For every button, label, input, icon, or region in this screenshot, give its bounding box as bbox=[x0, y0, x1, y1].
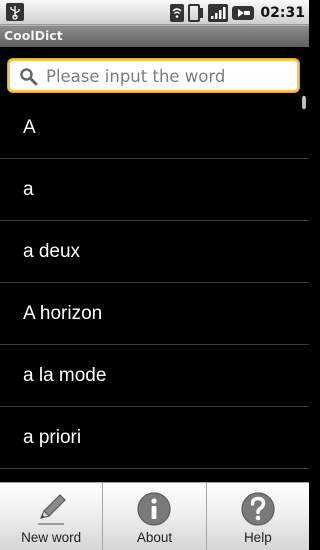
scrollbar-thumb[interactable] bbox=[302, 96, 306, 109]
list-item[interactable]: a bbox=[0, 159, 309, 221]
options-menu: New word About Help bbox=[0, 482, 309, 550]
help-button[interactable]: Help bbox=[206, 483, 309, 550]
info-icon bbox=[137, 492, 172, 526]
app-title: CoolDict bbox=[4, 28, 63, 43]
status-bar: 02:31 bbox=[0, 0, 309, 25]
list-item-label: A bbox=[23, 117, 36, 138]
battery-icon bbox=[232, 5, 255, 20]
usb-icon bbox=[6, 3, 24, 21]
list-item-label: a bbox=[23, 179, 34, 200]
list-item[interactable]: A bbox=[0, 97, 309, 159]
clock: 02:31 bbox=[260, 4, 305, 21]
notification-icon bbox=[188, 3, 204, 22]
about-button[interactable]: About bbox=[103, 483, 207, 550]
list-item-label: a priori bbox=[23, 427, 82, 448]
title-bar: CoolDict bbox=[0, 25, 309, 47]
word-list[interactable]: A a a deux A horizon a la mode a priori bbox=[0, 97, 309, 482]
new-word-button[interactable]: New word bbox=[0, 483, 104, 550]
pencil-icon bbox=[38, 494, 67, 525]
list-item-label: A horizon bbox=[23, 303, 103, 324]
list-item[interactable]: a priori bbox=[0, 407, 309, 469]
search-input[interactable] bbox=[46, 64, 291, 88]
list-item[interactable]: A horizon bbox=[0, 283, 309, 345]
help-label: Help bbox=[243, 530, 272, 545]
list-item-label: a deux bbox=[23, 241, 81, 262]
search-area bbox=[0, 47, 309, 97]
list-item[interactable]: a la mode bbox=[0, 345, 309, 407]
signal-icon bbox=[208, 3, 229, 22]
list-item-label: a la mode bbox=[23, 365, 107, 386]
help-icon bbox=[241, 492, 275, 526]
about-label: About bbox=[136, 530, 173, 545]
wifi-icon bbox=[170, 3, 185, 22]
search-box[interactable] bbox=[8, 59, 299, 92]
new-word-label: New word bbox=[21, 530, 82, 545]
search-icon bbox=[20, 68, 38, 86]
list-item[interactable]: a deux bbox=[0, 221, 309, 283]
